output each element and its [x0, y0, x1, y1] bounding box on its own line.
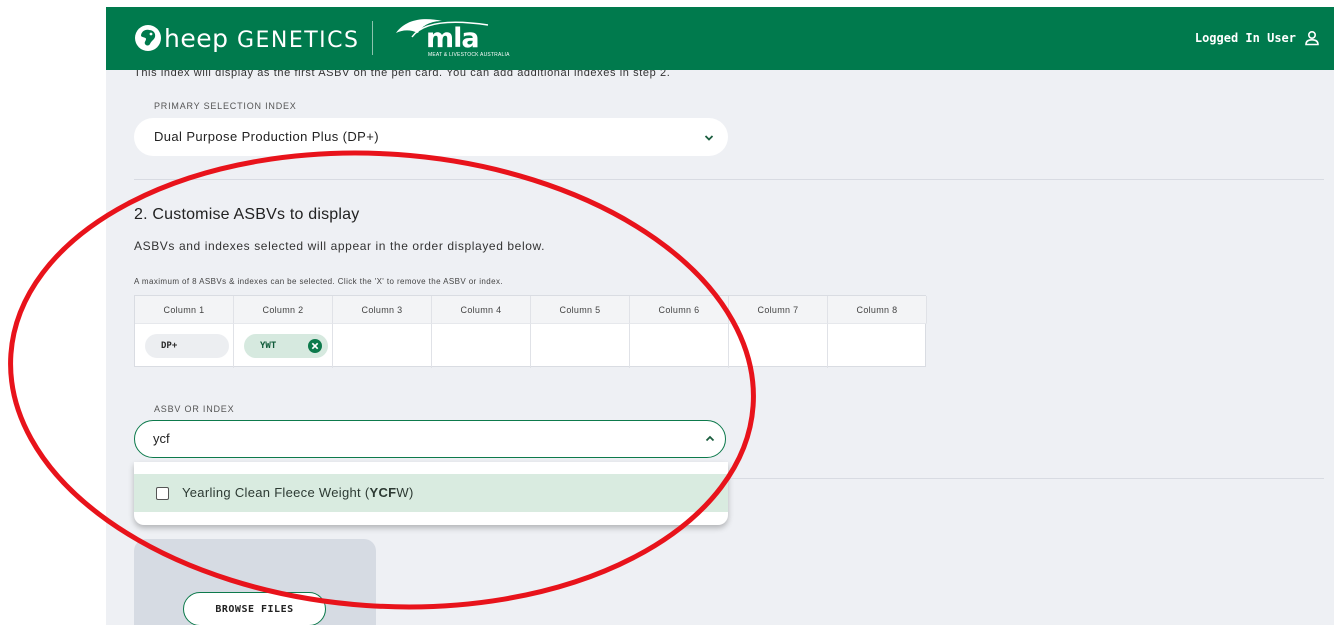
remove-chip-icon[interactable]: [308, 339, 322, 353]
column-slot: [432, 323, 531, 368]
column-slot: [531, 323, 630, 368]
mla-logo: mla MEAT & LIVESTOCK AUSTRALIA: [392, 15, 509, 61]
step2-title: 2. Customise ASBVs to display: [134, 206, 360, 223]
step2-description: ASBVs and indexes selected will appear i…: [134, 239, 546, 253]
section-divider: [728, 478, 1324, 479]
column-slot: YWT: [234, 323, 333, 368]
section-divider: [134, 179, 1324, 180]
primary-index-value: Dual Purpose Production Plus (DP+): [154, 129, 379, 144]
app-window: heep GENETICS mla MEAT & LIVESTOCK AUSTR…: [106, 7, 1334, 625]
column-header: Column 5: [531, 296, 630, 323]
sheep-genetics-logo[interactable]: heep GENETICS: [134, 21, 360, 55]
option-yearling-clean-fleece-weight[interactable]: Yearling Clean Fleece Weight (YCFW): [134, 474, 728, 512]
column-slot: [828, 323, 927, 368]
user-icon: [1305, 30, 1319, 46]
chevron-up-icon[interactable]: [705, 434, 715, 444]
chevron-down-icon: [704, 135, 714, 141]
column-slot: [729, 323, 828, 368]
column-header: Column 8: [828, 296, 927, 323]
column-slot: [630, 323, 729, 368]
primary-index-label: PRIMARY SELECTION INDEX: [154, 101, 297, 111]
asbv-chip-dp-plus: DP+: [145, 334, 229, 358]
column-header: Column 2: [234, 296, 333, 323]
step2-note: A maximum of 8 ASBVs & indexes can be se…: [134, 277, 503, 286]
logo-divider: [372, 21, 373, 55]
column-header: Column 6: [630, 296, 729, 323]
asbv-index-label: ASBV OR INDEX: [154, 404, 235, 414]
top-header: heep GENETICS mla MEAT & LIVESTOCK AUSTR…: [106, 7, 1334, 70]
user-name: Logged In User: [1194, 31, 1296, 45]
brand-wordmark: heep GENETICS: [164, 23, 360, 53]
asbv-search-input[interactable]: [153, 431, 673, 446]
user-menu[interactable]: Logged In User: [1195, 30, 1320, 46]
step1-intro-text: This index will display as the first ASB…: [134, 70, 671, 79]
sheep-head-icon: [135, 25, 161, 51]
asbv-chip-ywt[interactable]: YWT: [244, 334, 328, 358]
column-slot: DP+: [135, 323, 234, 368]
column-slot: [333, 323, 432, 368]
browse-files-button[interactable]: BROWSE FILES: [183, 592, 326, 625]
column-header: Column 7: [729, 296, 828, 323]
column-header: Column 1: [135, 296, 234, 323]
asbv-index-combobox[interactable]: [134, 420, 726, 458]
option-label: Yearling Clean Fleece Weight (YCFW): [182, 485, 414, 500]
column-header: Column 3: [333, 296, 432, 323]
asbv-options-dropdown: Yearling Clean Fleece Weight (YCFW): [134, 462, 728, 525]
primary-index-select[interactable]: Dual Purpose Production Plus (DP+): [134, 118, 728, 156]
asbv-columns-grid: Column 1 Column 2 Column 3 Column 4 Colu…: [134, 295, 927, 368]
option-checkbox[interactable]: [156, 487, 169, 500]
column-header: Column 4: [432, 296, 531, 323]
